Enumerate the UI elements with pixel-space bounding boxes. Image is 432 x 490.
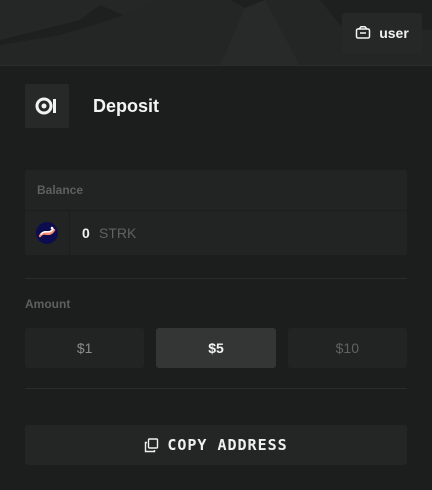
user-label: user — [379, 25, 409, 41]
amount-option-1[interactable]: $1 — [25, 328, 145, 368]
balance-label: Balance — [37, 183, 84, 197]
copy-address-label: COPY ADDRESS — [167, 436, 288, 454]
header: user — [0, 0, 432, 66]
wallet-icon — [355, 25, 371, 41]
balance-unit: STRK — [99, 225, 137, 241]
amount-options: $1 $5 $10 — [25, 328, 407, 368]
deposit-header: Deposit — [25, 84, 159, 128]
divider — [25, 210, 407, 211]
deposit-logo-icon — [25, 84, 69, 128]
amount-option-5[interactable]: $5 — [156, 328, 276, 368]
page-title: Deposit — [93, 95, 160, 116]
amount-label: Amount — [25, 297, 71, 311]
divider — [69, 211, 70, 255]
strk-token-icon — [25, 211, 69, 255]
section-divider — [25, 388, 407, 389]
user-button[interactable]: user — [342, 13, 422, 53]
balance-card: Balance 0 STRK — [25, 170, 407, 255]
section-divider — [25, 278, 407, 279]
copy-address-button[interactable]: COPY ADDRESS — [25, 425, 407, 465]
balance-amount: 0 — [82, 225, 90, 241]
copy-icon — [144, 437, 159, 453]
amount-option-10[interactable]: $10 — [287, 328, 407, 368]
